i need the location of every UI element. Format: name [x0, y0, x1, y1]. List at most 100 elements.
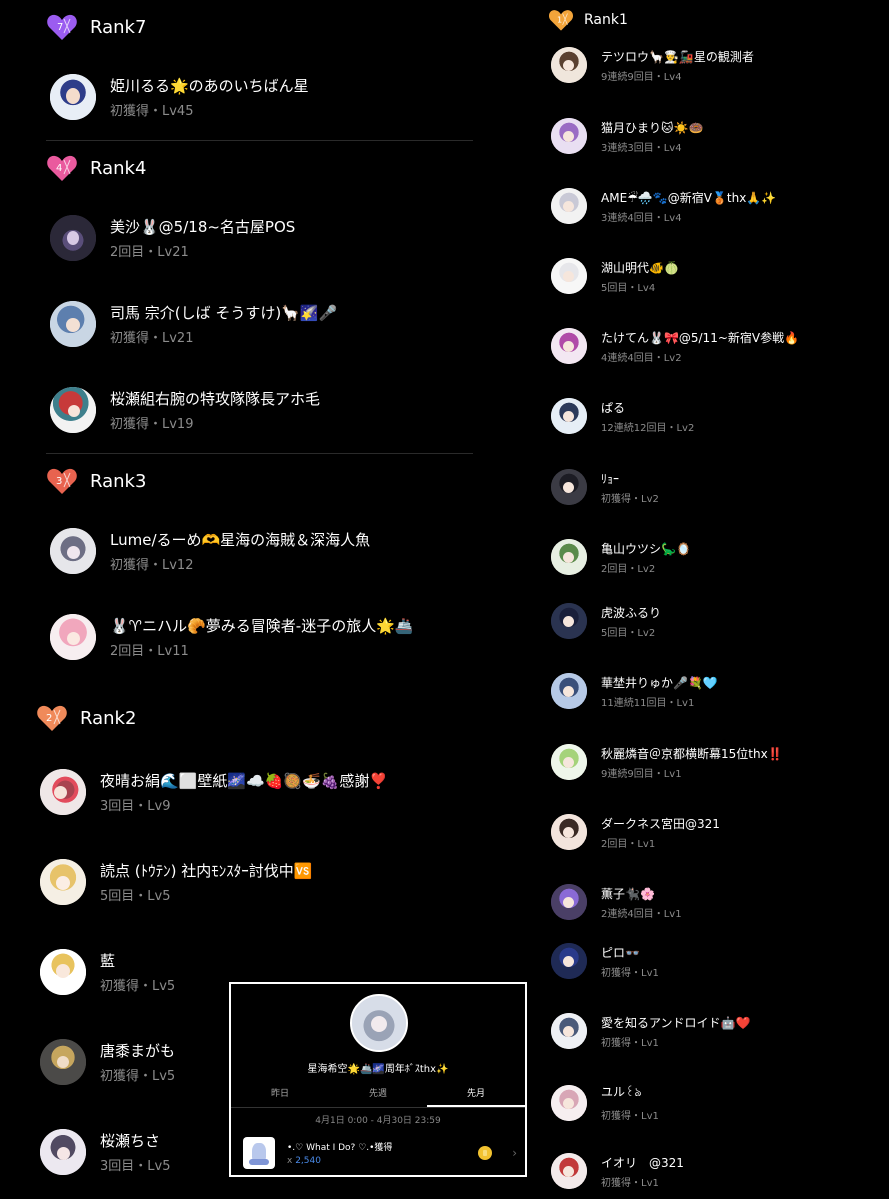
list-item[interactable]: ぱる 12連続12回目・Lv2: [551, 398, 694, 434]
user-meta: 初獲得・Lv1: [601, 967, 659, 979]
avatar: [551, 1084, 587, 1121]
tab-last-week[interactable]: 先週: [329, 1084, 427, 1108]
user-meta: 初獲得・Lv1: [601, 1177, 659, 1189]
list-item[interactable]: 藍 初獲得・Lv5: [40, 949, 175, 995]
avatar: [50, 215, 96, 261]
avatar: [50, 614, 96, 660]
list-item[interactable]: 華埜井りゅか🎤💐🩵 11連続11回目・Lv1: [551, 673, 718, 709]
list-item[interactable]: イオリ @321 初獲得・Lv1: [551, 1153, 684, 1189]
rank-header-1: 1 Rank1: [548, 7, 628, 33]
user-name: ダークネス宮田@321: [601, 816, 720, 831]
list-item[interactable]: 桜瀬組右腕の特攻隊隊長アホ毛 初獲得・Lv19: [50, 387, 320, 433]
tab-last-month[interactable]: 先月: [427, 1084, 525, 1108]
list-item[interactable]: 湖山明代🐠🍈 5回目・Lv4: [551, 258, 679, 294]
avatar: [551, 744, 587, 780]
list-item[interactable]: 亀山ウツシ🦕🪞 2回目・Lv2: [551, 539, 691, 575]
list-item[interactable]: 桜瀬ちさ 3回目・Lv5: [40, 1129, 170, 1175]
item-count: x 2,540: [287, 1156, 321, 1166]
tabs-divider: [231, 1107, 525, 1108]
list-item[interactable]: 美沙🐰@5/18~名古屋POS 2回目・Lv21: [50, 215, 295, 261]
rank-header-7: 7 Rank7: [46, 11, 146, 43]
list-item[interactable]: 夜晴お絹🌊⬜壁紙🌌☁️🍓🥘🍜🍇感謝❣️ 3回目・Lv9: [40, 769, 388, 815]
user-meta: 初獲得・Lv12: [110, 558, 194, 573]
user-name: 猫月ひまり🐱☀️🍩: [601, 120, 704, 135]
avatar: [551, 118, 587, 154]
user-name: たけてん🐰🎀@5/11~新宿Ⅴ参戦🔥: [601, 330, 800, 345]
panel-avatar: [350, 994, 408, 1052]
user-name: 薫子🐈‍⬛🌸: [601, 886, 655, 901]
list-item[interactable]: 秋麗燐音＠京都横断幕15位thx‼️ 9連続9回目・Lv1: [551, 744, 783, 780]
avatar: [551, 328, 587, 364]
chevron-right-icon[interactable]: ›: [512, 1146, 517, 1160]
user-meta: 初獲得・Lv2: [601, 493, 659, 505]
rank-title: Rank1: [584, 12, 628, 28]
list-item[interactable]: 唐黍まがも 初獲得・Lv5: [40, 1039, 175, 1085]
list-item[interactable]: 読点 (ﾄｳﾃﾝ) 社内ﾓﾝｽﾀｰ討伐中🆚 5回目・Lv5: [40, 859, 312, 905]
svg-text:2: 2: [46, 713, 52, 724]
user-meta: 2回目・Lv21: [110, 245, 189, 260]
avatar: [551, 1153, 587, 1189]
avatar: [40, 1129, 86, 1175]
list-item[interactable]: 愛を知るアンドロイド🤖❤️ 初獲得・Lv1: [551, 1013, 750, 1049]
rank-title: Rank4: [90, 157, 147, 179]
rank-title: Rank3: [90, 470, 147, 492]
list-item[interactable]: ﾘｮｰ 初獲得・Lv2: [551, 469, 659, 505]
list-item[interactable]: ユル꒰ঌ 初獲得・Lv1: [551, 1083, 659, 1122]
user-name: 藍: [100, 952, 116, 970]
user-name: 美沙🐰@5/18~名古屋POS: [110, 218, 296, 236]
user-name: 読点 (ﾄｳﾃﾝ) 社内ﾓﾝｽﾀｰ討伐中🆚: [100, 862, 313, 880]
user-meta: 11連続11回目・Lv1: [601, 697, 695, 709]
item-title: •.♡ What I Do? ♡.•獲得: [287, 1143, 393, 1153]
user-name: 桜瀬ちさ: [100, 1132, 161, 1150]
avatar: [50, 528, 96, 574]
user-name: 桜瀬組右腕の特攻隊隊長アホ毛: [110, 390, 321, 408]
coin-icon: [478, 1146, 493, 1160]
user-meta: 初獲得・Lv1: [601, 1111, 659, 1122]
avatar: [40, 859, 86, 905]
user-name: 亀山ウツシ🦕🪞: [601, 541, 691, 556]
user-name: 虎波ふるり: [601, 605, 662, 620]
list-item[interactable]: ピロ👓 初獲得・Lv1: [551, 943, 659, 979]
rank-header-3: 3 Rank3: [46, 465, 146, 497]
user-meta: 3回目・Lv5: [100, 1159, 171, 1174]
user-name: ﾘｮｰ: [601, 471, 620, 486]
avatar: [551, 1013, 587, 1049]
user-name: 華埜井りゅか🎤💐🩵: [601, 675, 718, 690]
list-item[interactable]: AME☔🌧️🐾@新宿Ⅴ🥉thx🙏✨ 3連続4回目・Lv4: [551, 188, 776, 224]
list-item[interactable]: Lume/るーめ🫶星海の海賊＆深海人魚 初獲得・Lv12: [50, 528, 370, 574]
user-meta: 初獲得・Lv45: [110, 104, 194, 119]
user-detail-panel: 星海希空🌟🚢🌌周年ﾎﾞｽthx✨ 昨日 先週 先月 4月1日 0:00 - 4月…: [229, 982, 527, 1177]
avatar: [551, 469, 587, 505]
rank7-heart-icon: 7: [46, 11, 78, 43]
divider: [46, 140, 473, 141]
period-tabs: 昨日 先週 先月: [231, 1084, 525, 1108]
list-item[interactable]: テツロウ🦙👨‍🍳🚂星の観測者 9連続9回目・Lv4: [551, 47, 754, 83]
item-row[interactable]: •.♡ What I Do? ♡.•獲得 x 2,540 ›: [243, 1136, 517, 1170]
avatar: [551, 258, 587, 294]
user-meta: 2回目・Lv11: [110, 644, 189, 659]
rank3-heart-icon: 3: [46, 465, 78, 497]
rank1-heart-icon: 1: [548, 7, 574, 33]
user-name: 唐黍まがも: [100, 1042, 176, 1060]
user-meta: 初獲得・Lv21: [110, 331, 194, 346]
avatar: [551, 398, 587, 434]
list-item[interactable]: 虎波ふるり 5回目・Lv2: [551, 603, 661, 639]
list-item[interactable]: 姫川るる🌟のあのいちばん星 初獲得・Lv45: [50, 74, 309, 120]
user-name: ぱる: [601, 400, 626, 415]
avatar: [50, 74, 96, 120]
period-range: 4月1日 0:00 - 4月30日 23:59: [315, 1116, 441, 1126]
list-item[interactable]: ダークネス宮田@321 2回目・Lv1: [551, 814, 720, 850]
list-item[interactable]: 薫子🐈‍⬛🌸 2連続4回目・Lv1: [551, 884, 682, 920]
user-name: 愛を知るアンドロイド🤖❤️: [601, 1015, 751, 1030]
user-name: Lume/るーめ🫶星海の海賊＆深海人魚: [110, 531, 371, 549]
list-item[interactable]: 司馬 宗介(しば そうすけ)🦙🌠🎤 初獲得・Lv21: [50, 301, 337, 347]
user-meta: 5回目・Lv2: [601, 627, 656, 639]
list-item[interactable]: 猫月ひまり🐱☀️🍩 3連続3回目・Lv4: [551, 118, 703, 154]
user-meta: 3回目・Lv9: [100, 799, 171, 814]
user-meta: 5回目・Lv5: [100, 889, 171, 904]
rank2-heart-icon: 2: [36, 702, 68, 734]
tab-yesterday[interactable]: 昨日: [231, 1084, 329, 1108]
panel-user-name: 星海希空🌟🚢🌌周年ﾎﾞｽthx✨: [307, 1064, 449, 1075]
list-item[interactable]: たけてん🐰🎀@5/11~新宿Ⅴ参戦🔥 4連続4回目・Lv2: [551, 328, 799, 364]
list-item[interactable]: 🐰♈ニハル🥐夢みる冒険者-迷子の旅人🌟🚢 2回目・Lv11: [50, 614, 414, 660]
